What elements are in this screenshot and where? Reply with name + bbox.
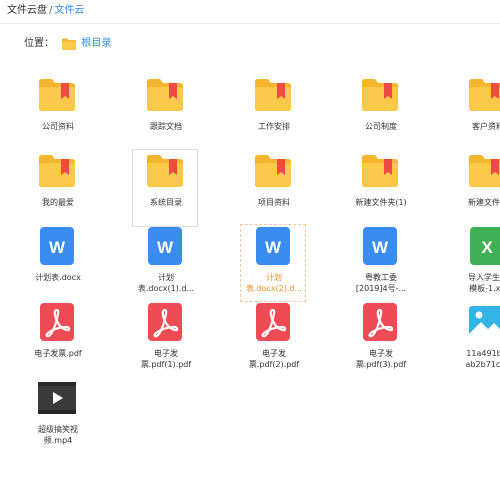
file-item[interactable]: 电子发 票.pdf(1).pdf xyxy=(132,300,198,378)
file-name-label: 超级搞笑视 频.mp4 xyxy=(38,425,78,445)
folder-icon xyxy=(37,75,77,115)
folder-icon xyxy=(37,151,77,191)
file-name-label: 电子发 票.pdf(3).pdf xyxy=(355,349,407,369)
pdf-file-icon xyxy=(253,302,293,342)
image-file-icon xyxy=(467,302,500,342)
file-name-label: 我的最爱 xyxy=(42,198,74,207)
folder-icon xyxy=(360,151,400,191)
top-bar: 文件云盘 / 文件云 xyxy=(0,0,500,24)
file-item[interactable]: W 粤教工委 [2019]4号-... xyxy=(347,224,413,302)
breadcrumb-current[interactable]: 文件云 xyxy=(54,5,84,16)
folder-icon xyxy=(145,151,185,191)
svg-text:W: W xyxy=(372,238,389,257)
excel-file-icon: X xyxy=(467,226,500,266)
video-file-icon xyxy=(37,378,77,418)
file-name-label: 计划 表.docx(1).d... xyxy=(137,273,195,293)
file-name-label: 电子发票.pdf xyxy=(34,349,82,358)
location-path-root[interactable]: 根目录 xyxy=(81,37,111,51)
folder-icon xyxy=(253,75,293,115)
file-name-label: 电子发 票.pdf(1).pdf xyxy=(140,349,192,369)
word-file-icon: W xyxy=(145,226,185,266)
word-file-icon: W xyxy=(37,226,77,266)
folder-item[interactable]: 公司制度 xyxy=(347,73,413,151)
file-item[interactable]: W 计划 表.docx(1).d... xyxy=(132,224,198,302)
pdf-file-icon xyxy=(360,302,400,342)
folder-item[interactable]: 我的最爱 xyxy=(24,149,90,227)
folder-icon xyxy=(145,75,185,115)
file-name-label: 新建文件夹(1) xyxy=(355,198,407,207)
folder-item[interactable]: 新建文件夹 xyxy=(454,149,500,227)
folder-item[interactable]: 客户资料 xyxy=(454,73,500,151)
folder-icon xyxy=(360,75,400,115)
folder-item[interactable]: 项目资料 xyxy=(240,149,306,227)
folder-item[interactable]: 系统目录 xyxy=(132,149,198,227)
file-name-label: 项目资料 xyxy=(258,198,290,207)
file-name-label: 公司资料 xyxy=(42,122,74,131)
breadcrumb-root[interactable]: 文件云盘 xyxy=(7,5,47,16)
svg-text:W: W xyxy=(265,238,282,257)
file-name-label: 计划 表.docx(2).d... xyxy=(245,273,303,293)
file-name-label: 客户资料 xyxy=(472,122,500,131)
folder-item[interactable]: 新建文件夹(1) xyxy=(347,149,413,227)
folder-item[interactable]: 跟踪文档 xyxy=(132,73,198,151)
folder-icon xyxy=(467,75,500,115)
file-item[interactable]: W 计划 表.docx(2).d... xyxy=(240,224,306,302)
folder-icon xyxy=(253,151,293,191)
word-file-icon: W xyxy=(360,226,400,266)
svg-text:X: X xyxy=(481,238,493,257)
file-name-label: 系统目录 xyxy=(150,198,182,207)
file-name-label: 计划表.docx xyxy=(35,273,81,282)
svg-text:W: W xyxy=(49,238,66,257)
file-name-label: 公司制度 xyxy=(365,122,397,131)
file-item[interactable]: 电子发票.pdf xyxy=(24,300,90,378)
file-name-label: 导入学生成 模板-1.xls xyxy=(468,273,500,293)
file-name-label: 电子发 票.pdf(2).pdf xyxy=(248,349,300,369)
svg-text:W: W xyxy=(157,238,174,257)
file-item[interactable]: 超级搞笑视 频.mp4 xyxy=(24,376,90,454)
breadcrumb-separator: / xyxy=(49,5,53,16)
folder-item[interactable]: 公司资料 xyxy=(24,73,90,151)
breadcrumb: 文件云盘 / 文件云 xyxy=(7,5,84,17)
pdf-file-icon xyxy=(145,302,185,342)
file-item[interactable]: 电子发 票.pdf(3).pdf xyxy=(347,300,413,378)
file-name-label: 跟踪文档 xyxy=(150,122,182,131)
folder-icon xyxy=(467,151,500,191)
file-name-label: 工作安排 xyxy=(258,122,290,131)
file-item[interactable]: 11a491bf2 ab2b71c42 xyxy=(454,300,500,378)
file-item[interactable]: X 导入学生成 模板-1.xls xyxy=(454,224,500,302)
location-bar: 位置： 根目录 xyxy=(24,37,111,51)
file-name-label: 新建文件夹 xyxy=(468,198,500,207)
word-file-icon: W xyxy=(253,226,293,266)
location-label: 位置： xyxy=(24,38,54,49)
file-name-label: 粤教工委 [2019]4号-... xyxy=(355,273,407,293)
file-item[interactable]: 电子发 票.pdf(2).pdf xyxy=(240,300,306,378)
folder-item[interactable]: 工作安排 xyxy=(240,73,306,151)
pdf-file-icon xyxy=(37,302,77,342)
file-name-label: 11a491bf2 ab2b71c42 xyxy=(465,349,500,369)
file-item[interactable]: W 计划表.docx xyxy=(24,224,90,302)
folder-icon xyxy=(62,38,77,50)
